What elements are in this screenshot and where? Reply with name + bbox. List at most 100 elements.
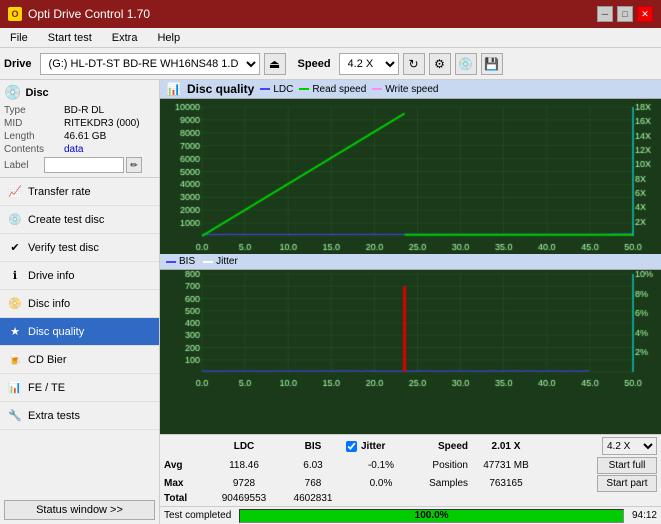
sidebar-item-label: FE / TE xyxy=(28,382,65,394)
samples-value: 763165 xyxy=(470,478,542,489)
sidebar-item-disc-info[interactable]: 📀 Disc info xyxy=(0,290,159,318)
sidebar-item-label: CD Bier xyxy=(28,354,67,366)
disc-panel-icon: 💿 xyxy=(4,84,21,101)
sidebar-item-label: Drive info xyxy=(28,270,74,282)
contents-label: Contents xyxy=(4,144,64,155)
disc-panel-title: Disc xyxy=(25,87,48,99)
total-bis: 4602831 xyxy=(282,493,344,504)
bis-header: BIS xyxy=(282,441,344,452)
menu-start-test[interactable]: Start test xyxy=(42,31,98,45)
disc-button[interactable]: 💿 xyxy=(455,53,477,75)
close-button[interactable]: ✕ xyxy=(637,6,653,22)
status-bar: Test completed 100.0% 94:12 xyxy=(160,506,661,524)
sidebar-item-extra-tests[interactable]: 🔧 Extra tests xyxy=(0,402,159,430)
progress-bar-container: 100.0% xyxy=(239,509,624,523)
ldc-color xyxy=(260,88,270,90)
start-full-button[interactable]: Start full xyxy=(597,457,657,474)
disc-quality-icon: ★ xyxy=(8,325,22,339)
sidebar-menu: 📈 Transfer rate 💿 Create test disc ✔ Ver… xyxy=(0,178,159,496)
total-ldc: 90469553 xyxy=(208,493,280,504)
contents-value: data xyxy=(64,144,83,155)
refresh-button[interactable]: ↻ xyxy=(403,53,425,75)
start-part-button[interactable]: Start part xyxy=(597,475,657,492)
sidebar-item-label: Disc info xyxy=(28,298,70,310)
sidebar-item-drive-info[interactable]: ℹ Drive info xyxy=(0,262,159,290)
legend-read-speed: Read speed xyxy=(299,84,366,95)
menu-extra[interactable]: Extra xyxy=(106,31,144,45)
jitter-col-header: Jitter xyxy=(361,441,385,452)
max-jitter: 0.0% xyxy=(346,478,416,489)
toolbar: Drive (G:) HL-DT-ST BD-RE WH16NS48 1.D3 … xyxy=(0,48,661,80)
speed-label: Speed xyxy=(298,58,331,70)
type-label: Type xyxy=(4,105,64,116)
create-test-disc-icon: 💿 xyxy=(8,213,22,227)
position-value: 47731 MB xyxy=(470,460,542,471)
fe-te-icon: 📊 xyxy=(8,381,22,395)
legend-bis: BIS xyxy=(166,256,195,267)
sidebar-item-label: Disc quality xyxy=(28,326,84,338)
avg-label: Avg xyxy=(164,460,206,471)
label-edit-button[interactable]: ✏ xyxy=(126,157,142,173)
drive-select[interactable]: (G:) HL-DT-ST BD-RE WH16NS48 1.D3 xyxy=(40,53,260,75)
avg-jitter: -0.1% xyxy=(346,460,416,471)
legend-write-speed: Write speed xyxy=(372,84,438,95)
sidebar-item-transfer-rate[interactable]: 📈 Transfer rate xyxy=(0,178,159,206)
menu-help[interactable]: Help xyxy=(151,31,186,45)
mid-label: MID xyxy=(4,118,64,129)
minimize-button[interactable]: ─ xyxy=(597,6,613,22)
bis-label: BIS xyxy=(179,256,195,267)
length-label: Length xyxy=(4,131,64,142)
avg-bis: 6.03 xyxy=(282,460,344,471)
settings-button[interactable]: ⚙ xyxy=(429,53,451,75)
charts-area: BIS Jitter xyxy=(160,99,661,434)
titlebar-controls[interactable]: ─ □ ✕ xyxy=(597,6,653,22)
write-speed-label: Write speed xyxy=(385,84,438,95)
max-bis: 768 xyxy=(282,478,344,489)
legend-ldc: LDC xyxy=(260,84,293,95)
sidebar-item-cd-bier[interactable]: 🍺 CD Bier xyxy=(0,346,159,374)
ldc-label: LDC xyxy=(273,84,293,95)
jitter-checkbox[interactable] xyxy=(346,441,357,452)
mid-value: RITEKDR3 (000) xyxy=(64,118,140,129)
jitter-label: Jitter xyxy=(216,256,238,267)
maximize-button[interactable]: □ xyxy=(617,6,633,22)
bis-color xyxy=(166,261,176,263)
menu-file[interactable]: File xyxy=(4,31,34,45)
sidebar-item-disc-quality[interactable]: ★ Disc quality xyxy=(0,318,159,346)
legend-jitter: Jitter xyxy=(203,256,238,267)
sidebar-item-label: Verify test disc xyxy=(28,242,99,254)
sidebar-item-fe-te[interactable]: 📊 FE / TE xyxy=(0,374,159,402)
status-window-button[interactable]: Status window >> xyxy=(4,500,155,520)
label-input[interactable] xyxy=(44,157,124,173)
sidebar-item-create-test-disc[interactable]: 💿 Create test disc xyxy=(0,206,159,234)
cd-bier-icon: 🍺 xyxy=(8,353,22,367)
jitter-color xyxy=(203,261,213,263)
app-title: Opti Drive Control 1.70 xyxy=(28,7,150,21)
read-speed-label: Read speed xyxy=(312,84,366,95)
top-chart xyxy=(160,99,661,254)
status-text: Test completed xyxy=(164,510,231,521)
position-label: Position xyxy=(418,460,468,471)
speed-value-col: 2.01 X xyxy=(470,441,542,452)
speed-col-header: Speed xyxy=(418,441,468,452)
transfer-rate-icon: 📈 xyxy=(8,185,22,199)
samples-label: Samples xyxy=(418,478,468,489)
titlebar: O Opti Drive Control 1.70 ─ □ ✕ xyxy=(0,0,661,28)
app-icon: O xyxy=(8,7,22,21)
right-panel: 📊 Disc quality LDC Read speed Write spee… xyxy=(160,80,661,524)
write-speed-color xyxy=(372,88,382,90)
speed-select[interactable]: 4.2 X xyxy=(339,53,399,75)
read-speed-color xyxy=(299,88,309,90)
length-value: 46.61 GB xyxy=(64,131,106,142)
chart-header-icon: 📊 xyxy=(166,82,181,96)
elapsed-time: 94:12 xyxy=(632,510,657,521)
progress-text: 100.0% xyxy=(240,510,623,522)
avg-ldc: 118.46 xyxy=(208,460,280,471)
eject-button[interactable]: ⏏ xyxy=(264,53,286,75)
save-button[interactable]: 💾 xyxy=(481,53,503,75)
chart-title: Disc quality xyxy=(187,82,254,96)
sidebar-item-verify-test-disc[interactable]: ✔ Verify test disc xyxy=(0,234,159,262)
main-content: 💿 Disc Type BD-R DL MID RITEKDR3 (000) L… xyxy=(0,80,661,524)
speed-select-stats[interactable]: 4.2 X xyxy=(602,437,657,455)
bottom-chart xyxy=(160,270,661,390)
